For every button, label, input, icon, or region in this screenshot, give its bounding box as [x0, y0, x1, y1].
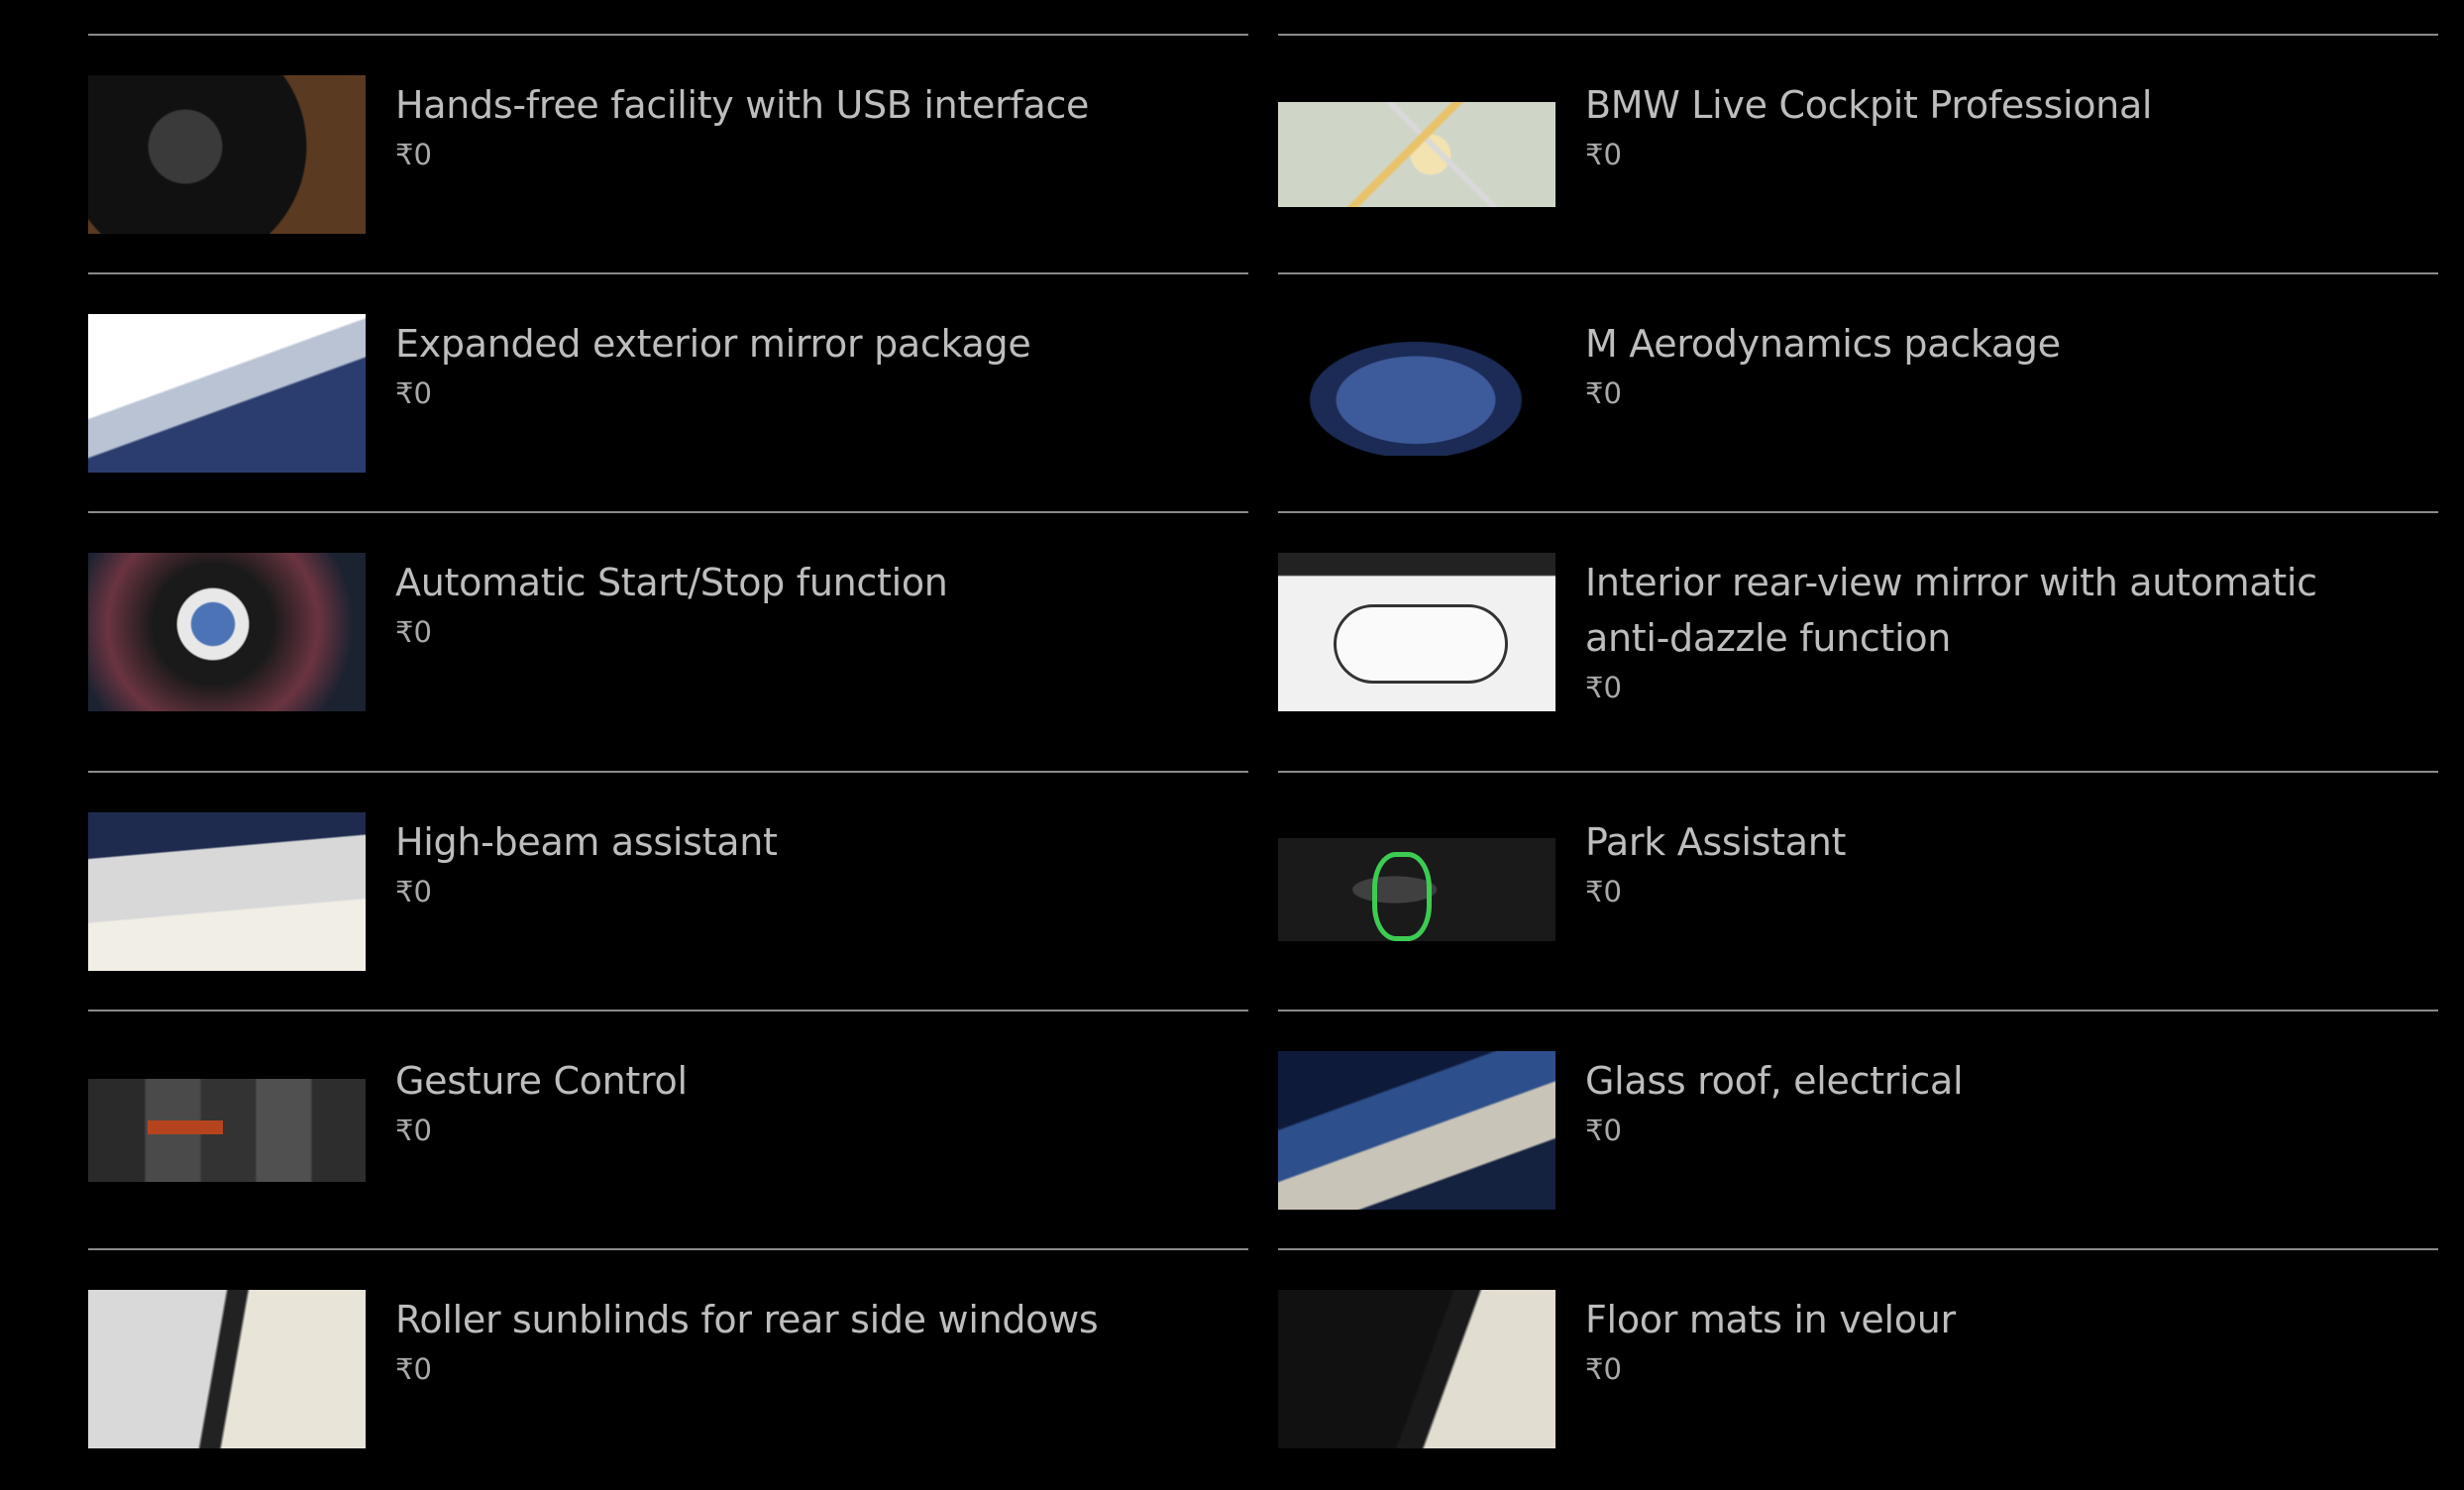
option-item-start-stop[interactable]: Automatic Start/Stop function ₹0	[88, 511, 1248, 771]
bmw-logo-image	[88, 553, 366, 711]
option-title: M Aerodynamics package	[1585, 322, 2061, 366]
option-title: Gesture Control	[395, 1059, 688, 1103]
steering-wheel-image	[88, 75, 366, 234]
option-title: Floor mats in velour	[1585, 1298, 1956, 1341]
option-price: ₹0	[395, 376, 432, 410]
option-price: ₹0	[1585, 1114, 1622, 1147]
option-price: ₹0	[1585, 1352, 1622, 1386]
option-title: Expanded exterior mirror package	[395, 322, 1031, 366]
option-price: ₹0	[395, 138, 432, 171]
option-price: ₹0	[1585, 376, 1622, 410]
floor-mats-image	[1278, 1290, 1555, 1448]
option-price: ₹0	[1585, 875, 1622, 908]
option-title: High-beam assistant	[395, 820, 778, 864]
option-item-gesture-control[interactable]: Gesture Control ₹0	[88, 1010, 1248, 1248]
option-title: Roller sunblinds for rear side windows	[395, 1298, 1099, 1341]
option-item-roller-sunblinds[interactable]: Roller sunblinds for rear side windows ₹…	[88, 1248, 1248, 1487]
option-title: Park Assistant	[1585, 820, 1847, 864]
option-price: ₹0	[395, 875, 432, 908]
option-title: Automatic Start/Stop function	[395, 561, 948, 604]
option-title: BMW Live Cockpit Professional	[1585, 83, 2153, 127]
option-title: Hands-free facility with USB interface	[395, 83, 1090, 127]
option-price: ₹0	[1585, 138, 1622, 171]
option-list: Hands-free facility with USB interface ₹…	[88, 34, 2438, 1487]
option-price: ₹0	[395, 615, 432, 649]
option-item-floor-mats[interactable]: Floor mats in velour ₹0	[1278, 1248, 2438, 1487]
option-item-glass-roof[interactable]: Glass roof, electrical ₹0	[1278, 1010, 2438, 1248]
infotainment-screen-image	[88, 1051, 366, 1210]
parking-display-image	[1278, 812, 1555, 971]
option-price: ₹0	[395, 1114, 432, 1147]
navigation-map-image	[1278, 75, 1555, 234]
option-item-m-aerodynamics[interactable]: M Aerodynamics package ₹0	[1278, 272, 2438, 511]
option-title: Interior rear-view mirror with automatic…	[1585, 561, 2317, 660]
option-item-live-cockpit[interactable]: BMW Live Cockpit Professional ₹0	[1278, 34, 2438, 272]
option-title: Glass roof, electrical	[1585, 1059, 1964, 1103]
option-item-rear-view-mirror[interactable]: Interior rear-view mirror with automatic…	[1278, 511, 2438, 771]
exterior-mirror-image	[88, 314, 366, 473]
rear-view-mirror-image	[1278, 553, 1555, 711]
rear-sunblind-image	[88, 1290, 366, 1448]
windshield-camera-image	[88, 812, 366, 971]
option-item-exterior-mirror[interactable]: Expanded exterior mirror package ₹0	[88, 272, 1248, 511]
option-price: ₹0	[395, 1352, 432, 1386]
option-price: ₹0	[1585, 671, 1622, 704]
sunroof-image	[1278, 1051, 1555, 1210]
car-exterior-image	[1278, 314, 1555, 473]
option-item-high-beam[interactable]: High-beam assistant ₹0	[88, 771, 1248, 1010]
option-item-hands-free[interactable]: Hands-free facility with USB interface ₹…	[88, 34, 1248, 272]
option-item-park-assistant[interactable]: Park Assistant ₹0	[1278, 771, 2438, 1010]
